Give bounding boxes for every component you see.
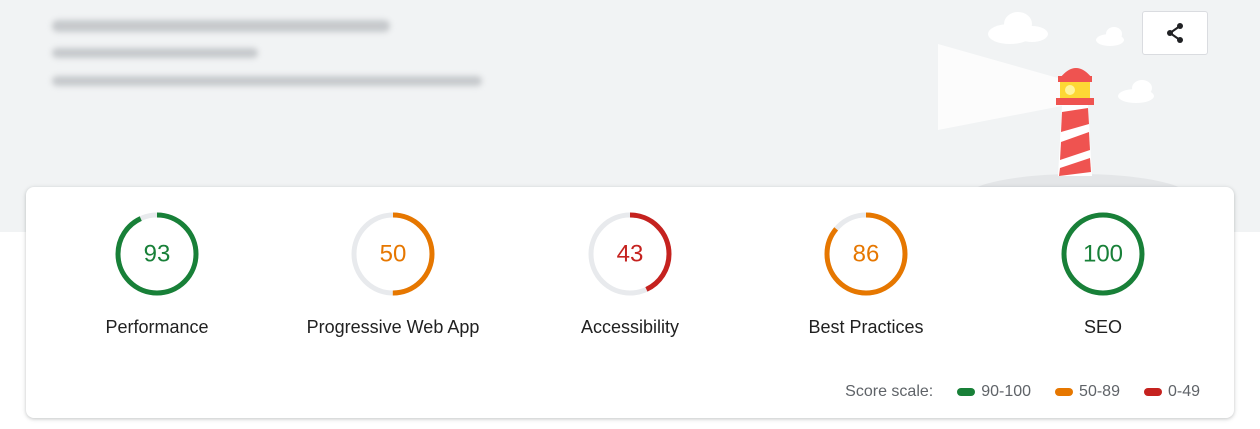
score-scale-average: 50-89 — [1055, 383, 1120, 401]
score-value: 93 — [144, 241, 171, 268]
scores-card: 93 Performance 50 Progressive Web App 43… — [26, 187, 1234, 418]
gauge-seo[interactable]: 100 SEO — [993, 209, 1213, 338]
gauge-ring: 50 — [351, 212, 435, 296]
gauge-ring: 43 — [588, 212, 672, 296]
score-label: Progressive Web App — [306, 317, 480, 337]
score-scale-legend: Score scale: 90-100 50-89 0-49 — [845, 383, 1200, 401]
share-button[interactable] — [1142, 11, 1208, 55]
gauge-progressive-web-app[interactable]: 50 Progressive Web App — [283, 209, 503, 338]
fail-swatch-icon — [1143, 388, 1162, 396]
score-scale-fail: 0-49 — [1143, 383, 1200, 401]
score-scale-label: Score scale: — [845, 383, 934, 400]
gauge-ring: 100 — [1061, 212, 1145, 296]
score-label: Best Practices — [808, 317, 924, 337]
score-scale-pass: 90-100 — [957, 383, 1031, 401]
gauge-performance[interactable]: 93 Performance — [47, 209, 267, 338]
score-label: SEO — [1083, 317, 1122, 337]
gauge-ring: 93 — [115, 212, 199, 296]
score-value: 86 — [853, 241, 880, 268]
score-value: 100 — [1083, 241, 1123, 268]
average-swatch-icon — [1055, 388, 1074, 396]
score-scale-range: 50-89 — [1079, 383, 1120, 400]
share-icon — [1167, 23, 1183, 43]
gauge-accessibility[interactable]: 43 Accessibility — [520, 209, 740, 338]
score-label: Accessibility — [580, 317, 680, 337]
score-value: 43 — [617, 241, 644, 268]
gauge-best-practices[interactable]: 86 Best Practices — [756, 209, 976, 338]
score-scale-range: 90-100 — [981, 383, 1032, 400]
score-value: 50 — [380, 241, 407, 268]
gauge-ring: 86 — [824, 212, 908, 296]
score-scale-range: 0-49 — [1167, 383, 1200, 400]
report-url-metadata-blurred — [52, 14, 492, 104]
score-gauges: 93 Performance 50 Progressive Web App 43… — [26, 209, 1234, 339]
pass-swatch-icon — [957, 388, 976, 396]
score-label: Performance — [105, 317, 209, 337]
